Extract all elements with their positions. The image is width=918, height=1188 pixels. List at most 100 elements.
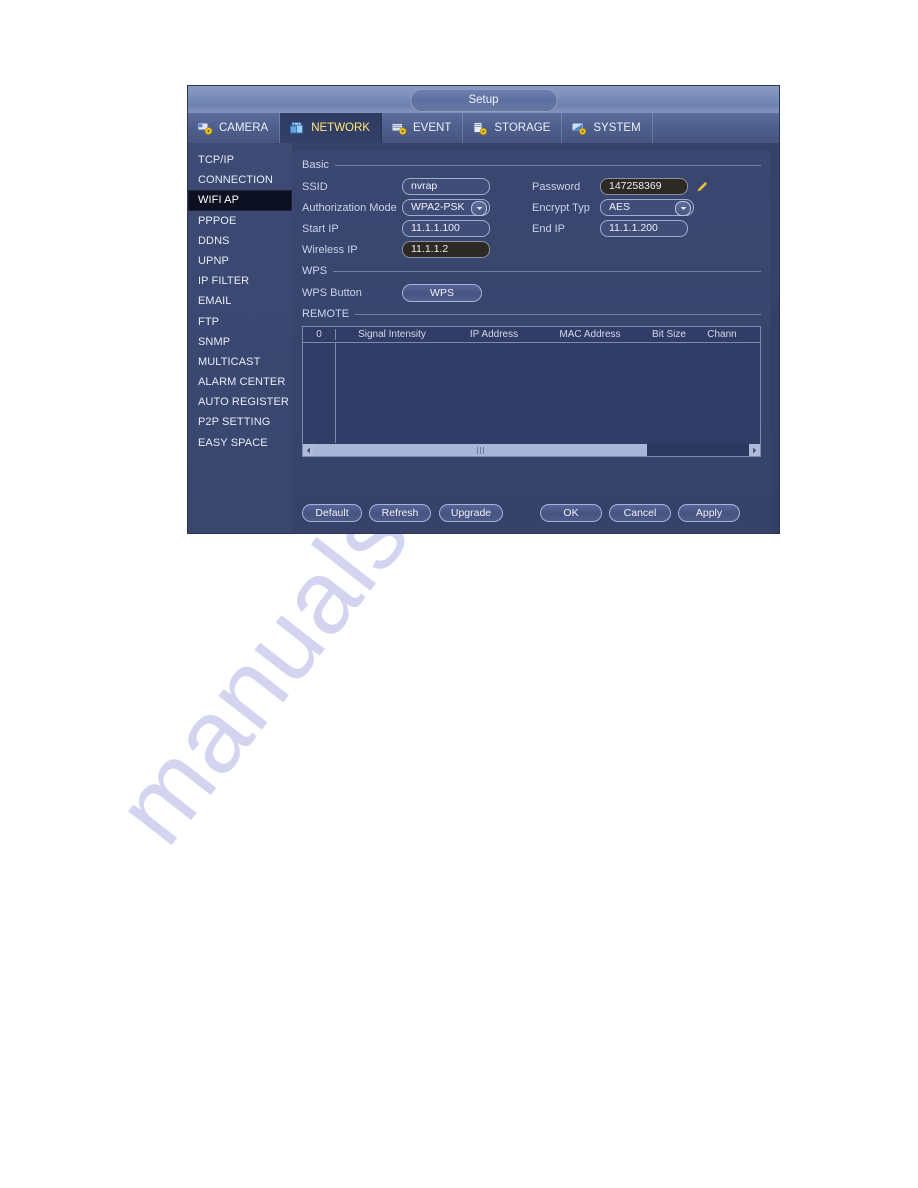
col-bit-size[interactable]: Bit Size [640,329,698,340]
setup-dialog: Setup CAMERA NETWORK EVENT STORAGE SYSTE… [188,86,779,533]
upgrade-button[interactable]: Upgrade [439,504,503,522]
col-ip-address[interactable]: IP Address [448,329,540,340]
basic-section-header: Basic [302,157,761,173]
encrypt-type-value: AES [609,201,631,213]
section-divider [334,164,761,166]
sidebar-item-ftp[interactable]: FTP [188,312,292,332]
wps-section-title: WPS [302,265,328,277]
col-channel[interactable]: Chann [698,329,746,340]
default-button[interactable]: Default [302,504,362,522]
main-tabbar: CAMERA NETWORK EVENT STORAGE SYSTEM [188,113,779,143]
sidebar-item-snmp[interactable]: SNMP [188,332,292,352]
event-gear-icon [391,121,408,136]
chevron-down-icon[interactable] [675,201,691,216]
sidebar-item-pppoe[interactable]: PPPOE [188,211,292,231]
wps-section-header: WPS [302,263,761,279]
end-ip-input[interactable]: 11.1.1.200 [600,220,688,237]
table-header-row: 0 Signal Intensity IP Address MAC Addres… [303,327,760,343]
sidebar-item-upnp[interactable]: UPNP [188,251,292,271]
scrollbar-track[interactable] [314,444,749,456]
start-ip-input[interactable]: 11.1.1.100 [402,220,490,237]
remote-device-table: 0 Signal Intensity IP Address MAC Addres… [302,326,761,457]
ssid-label: SSID [302,180,328,193]
col-index[interactable]: 0 [303,329,336,340]
camera-gear-icon [197,121,214,136]
wifi-ap-panel: Basic SSID nvrap Password 147258369 Auth… [292,150,771,533]
authorization-mode-select[interactable]: WPA2-PSK [402,199,490,216]
tabbar-spacer [653,113,779,143]
tab-event[interactable]: EVENT [382,113,464,143]
remote-section-title: REMOTE [302,308,350,320]
sidebar-item-auto-register[interactable]: AUTO REGISTER [188,392,292,412]
scroll-left-arrow-icon[interactable] [303,444,314,456]
wireless-ip-value: 11.1.1.2 [402,241,490,258]
password-label: Password [532,180,581,193]
tab-network-label: NETWORK [311,122,370,134]
chevron-down-icon[interactable] [471,201,487,216]
form-row-ip-range: Start IP 11.1.1.100 End IP 11.1.1.200 [302,218,761,239]
remote-section-header: REMOTE [302,306,761,322]
tab-camera[interactable]: CAMERA [188,113,281,143]
table-horizontal-scrollbar[interactable] [303,444,760,456]
form-row-wps: WPS Button WPS [302,282,761,303]
sidebar-item-multicast[interactable]: MULTICAST [188,352,292,372]
form-row-wireless-ip: Wireless IP 11.1.1.2 [302,239,761,260]
sidebar-item-easy-space[interactable]: EASY SPACE [188,433,292,453]
sidebar-item-alarm-center[interactable]: ALARM CENTER [188,372,292,392]
encrypt-type-select[interactable]: AES [600,199,694,216]
section-divider [333,270,761,272]
window-title: Setup [410,89,557,112]
sidebar-item-tcp-ip[interactable]: TCP/IP [188,150,292,170]
start-ip-label: Start IP [302,222,339,235]
auth-field-group: Authorization Mode WPA2-PSK [302,199,532,216]
col-signal-intensity[interactable]: Signal Intensity [336,329,448,340]
tab-system-label: SYSTEM [593,122,641,134]
basic-form: SSID nvrap Password 147258369 Authorizat… [302,176,761,260]
scroll-right-arrow-icon[interactable] [749,444,760,456]
tab-camera-label: CAMERA [219,122,269,134]
password-field-group: Password 147258369 [532,178,709,195]
basic-section-title: Basic [302,159,329,171]
end-ip-field-group: End IP 11.1.1.200 [532,220,688,237]
tab-storage[interactable]: STORAGE [463,113,563,143]
scrollbar-thumb[interactable] [314,444,647,456]
network-gear-icon [289,121,306,136]
wps-button-label: WPS Button [302,286,362,299]
wireless-ip-field-group: Wireless IP 11.1.1.2 [302,241,532,258]
cancel-button[interactable]: Cancel [609,504,671,522]
form-row-auth: Authorization Mode WPA2-PSK Encrypt Typ … [302,197,761,218]
table-column-divider [335,343,336,443]
storage-gear-icon [472,121,489,136]
window-body: TCP/IP CONNECTION WIFI AP PPPOE DDNS UPN… [188,143,779,533]
wps-button[interactable]: WPS [402,283,482,302]
sidebar-item-connection[interactable]: CONNECTION [188,170,292,190]
edit-pencil-icon[interactable] [696,180,709,193]
end-ip-label: End IP [532,222,566,235]
encrypt-type-label: Encrypt Typ [532,201,590,214]
encrypt-field-group: Encrypt Typ AES [532,199,694,216]
network-sidebar: TCP/IP CONNECTION WIFI AP PPPOE DDNS UPN… [188,143,292,533]
col-mac-address[interactable]: MAC Address [540,329,640,340]
system-gear-icon [571,121,588,136]
section-divider [355,313,761,315]
start-ip-field-group: Start IP 11.1.1.100 [302,220,532,237]
table-body [303,343,760,443]
sidebar-item-ip-filter[interactable]: IP FILTER [188,271,292,291]
sidebar-item-wifi-ap[interactable]: WIFI AP [188,190,292,211]
tab-network[interactable]: NETWORK [280,113,382,143]
tab-system[interactable]: SYSTEM [562,113,653,143]
refresh-button[interactable]: Refresh [369,504,431,522]
tab-event-label: EVENT [412,122,452,134]
wps-button-group: WPS Button WPS [302,283,532,302]
sidebar-item-p2p-setting[interactable]: P2P SETTING [188,412,292,432]
sidebar-item-email[interactable]: EMAIL [188,291,292,311]
sidebar-item-ddns[interactable]: DDNS [188,231,292,251]
ssid-input[interactable]: nvrap [402,178,490,195]
password-input[interactable]: 147258369 [600,178,688,195]
window-titlebar: Setup [188,86,779,113]
ok-button[interactable]: OK [540,504,602,522]
authorization-mode-value: WPA2-PSK [411,201,465,213]
form-row-ssid: SSID nvrap Password 147258369 [302,176,761,197]
ssid-field-group: SSID nvrap [302,178,532,195]
apply-button[interactable]: Apply [678,504,740,522]
